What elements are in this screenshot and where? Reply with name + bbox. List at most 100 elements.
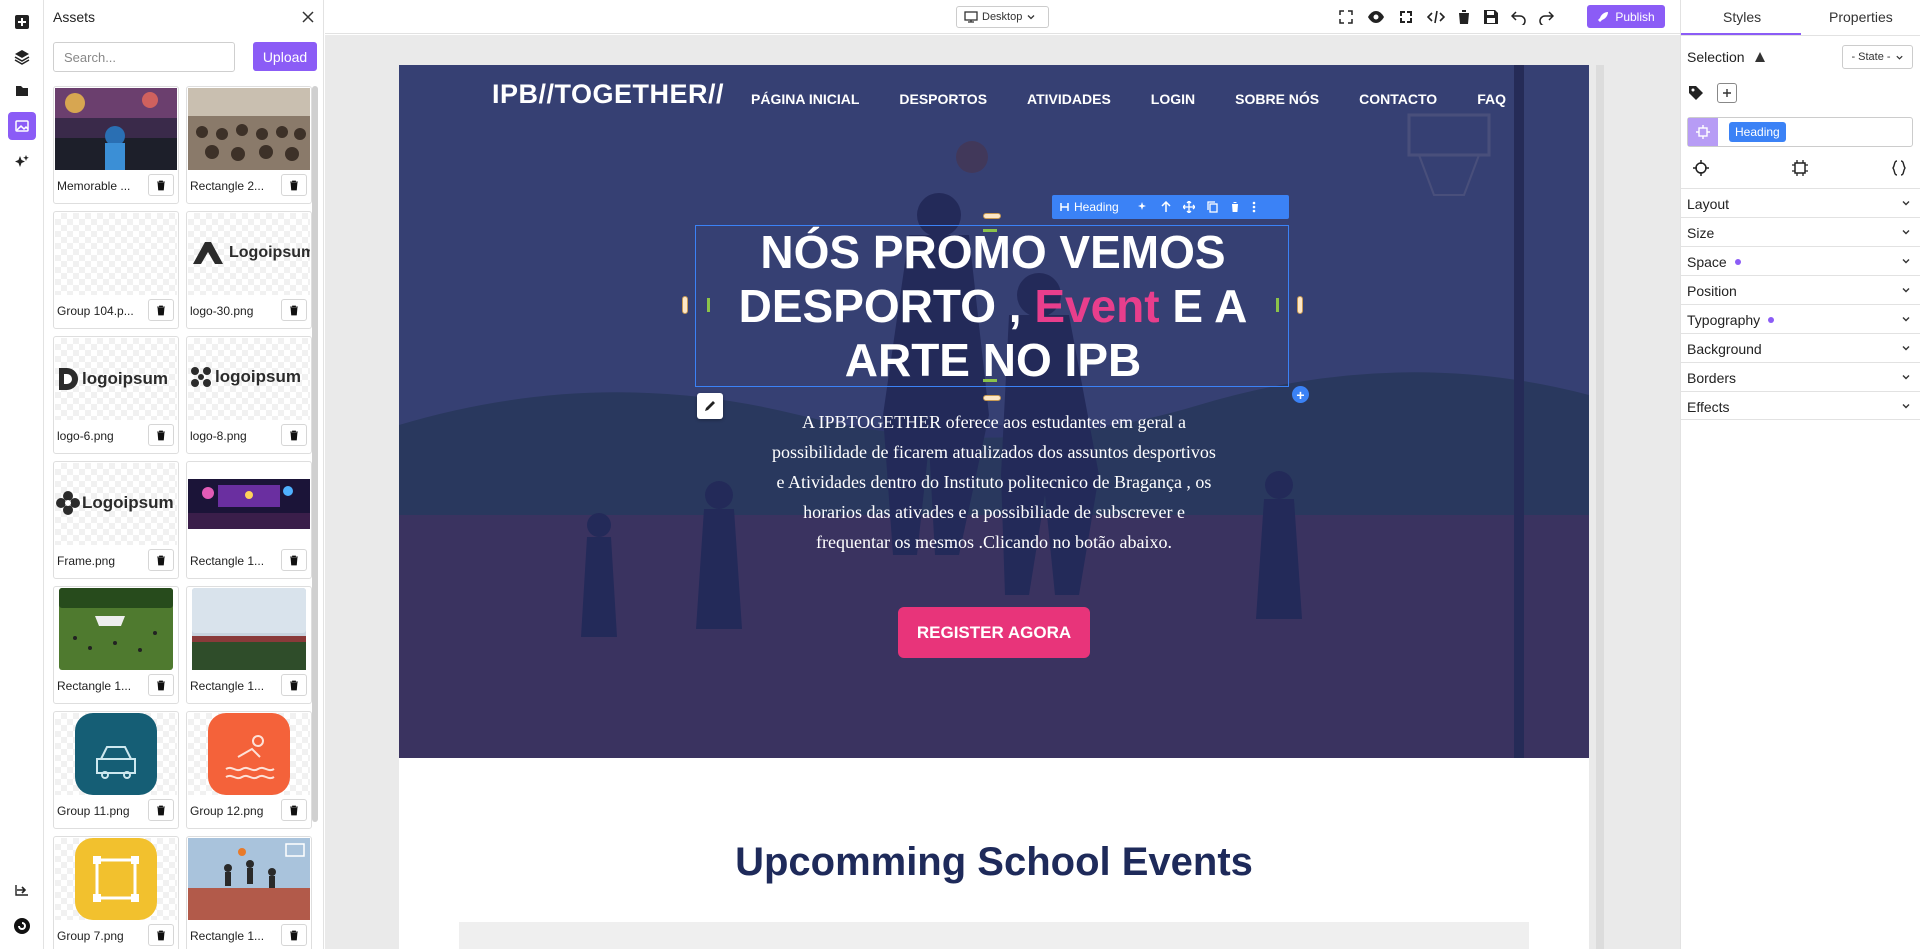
nav-link-faq[interactable]: FAQ [1477, 91, 1506, 107]
events-section-title[interactable]: Upcomming School Events [399, 840, 1589, 885]
asset-card[interactable]: Rectangle 1... [186, 586, 312, 704]
redo-icon[interactable] [1537, 8, 1555, 26]
selection-sync-icon[interactable] [1753, 50, 1767, 64]
pages-icon[interactable] [8, 77, 36, 105]
state-select[interactable]: - State - [1842, 45, 1913, 69]
resize-handle-right[interactable] [1297, 296, 1303, 314]
nav-link-sobre-nos[interactable]: SOBRE NÓS [1235, 91, 1319, 107]
padding-handle-right[interactable] [1276, 298, 1279, 312]
device-select[interactable]: Desktop [956, 6, 1049, 28]
assets-icon[interactable] [8, 112, 36, 140]
duplicate-icon[interactable] [1207, 201, 1218, 213]
trash-icon[interactable] [148, 299, 174, 321]
padding-handle-bottom[interactable] [983, 379, 997, 382]
section-size[interactable]: Size [1681, 217, 1920, 246]
asset-thumbnail [55, 713, 177, 795]
asset-card[interactable]: logoipsum logo-8.png [186, 336, 312, 454]
add-block-icon[interactable] [8, 8, 36, 36]
trash-icon[interactable] [281, 674, 307, 696]
section-typography[interactable]: Typography [1681, 304, 1920, 333]
expand-icon[interactable] [1397, 8, 1415, 26]
section-space[interactable]: Space [1681, 246, 1920, 275]
trash-icon[interactable] [148, 924, 174, 946]
delete-icon[interactable] [1455, 8, 1473, 26]
trash-icon[interactable] [1230, 201, 1240, 213]
asset-card[interactable]: Logoipsum logo-30.png [186, 211, 312, 329]
resize-handle-left[interactable] [682, 296, 688, 314]
add-class-icon[interactable] [1717, 83, 1737, 103]
assets-scrollbar[interactable] [312, 86, 318, 822]
nav-link-login[interactable]: LOGIN [1151, 91, 1195, 107]
asset-card[interactable]: Logoipsum Frame.png [53, 461, 179, 579]
component-frame-icon[interactable] [1792, 160, 1808, 176]
canvas-scrollbar[interactable] [1596, 65, 1604, 949]
asset-card[interactable]: Rectangle 1... [53, 586, 179, 704]
asset-card[interactable]: Group 104.p... [53, 211, 179, 329]
undo-icon[interactable] [1510, 8, 1528, 26]
ai-sparkle-icon[interactable] [1137, 201, 1149, 213]
trash-icon[interactable] [148, 549, 174, 571]
asset-card[interactable]: Memorable ... [53, 86, 179, 204]
nav-link-contacto[interactable]: CONTACTO [1359, 91, 1437, 107]
section-layout[interactable]: Layout [1681, 188, 1920, 217]
trash-icon[interactable] [281, 174, 307, 196]
section-borders[interactable]: Borders [1681, 362, 1920, 391]
events-container[interactable] [459, 922, 1529, 949]
assets-search-input[interactable] [53, 42, 235, 72]
layers-icon[interactable] [8, 43, 36, 71]
select-parent-arrow-icon[interactable] [1161, 201, 1171, 213]
section-background[interactable]: Background [1681, 333, 1920, 362]
nav-link-inicial[interactable]: PÁGINA INICIAL [751, 91, 859, 107]
upload-button[interactable]: Upload [253, 42, 317, 71]
logo-icon[interactable] [8, 912, 36, 940]
move-icon[interactable] [1182, 201, 1195, 213]
section-effects[interactable]: Effects [1681, 391, 1920, 420]
publish-button[interactable]: Publish [1587, 5, 1665, 28]
resize-handle-bottom[interactable] [983, 395, 1001, 401]
crosshair-icon[interactable] [1693, 160, 1709, 176]
hero-paragraph[interactable]: A IPBTOGETHER oferece aos estudantes em … [769, 407, 1219, 557]
hero-section[interactable]: IPB//TOGETHER// PÁGINA INICIAL DESPORTOS… [399, 65, 1589, 758]
add-element-icon[interactable]: + [1292, 386, 1309, 403]
trash-icon[interactable] [281, 549, 307, 571]
close-icon[interactable] [300, 9, 316, 25]
fullscreen-icon[interactable] [1337, 8, 1355, 26]
class-chip[interactable]: Heading [1729, 122, 1786, 142]
padding-handle-left[interactable] [707, 298, 710, 312]
save-icon[interactable] [1482, 8, 1500, 26]
ai-sparkle-icon[interactable] [8, 148, 36, 176]
trash-icon[interactable] [281, 799, 307, 821]
tab-properties[interactable]: Properties [1829, 9, 1893, 25]
exit-icon[interactable] [8, 876, 36, 904]
trash-icon[interactable] [148, 174, 174, 196]
asset-card[interactable]: Rectangle 1... [186, 461, 312, 579]
trash-icon[interactable] [281, 424, 307, 446]
trash-icon[interactable] [281, 924, 307, 946]
asset-card[interactable]: Rectangle 1... [186, 836, 312, 949]
more-options-icon[interactable] [1252, 201, 1256, 213]
register-cta-button[interactable]: REGISTER AGORA [898, 607, 1090, 658]
trash-icon[interactable] [281, 299, 307, 321]
selector-row[interactable]: Heading [1687, 117, 1913, 147]
asset-card[interactable]: Rectangle 2... [186, 86, 312, 204]
nav-link-atividades[interactable]: ATIVIDADES [1027, 91, 1111, 107]
asset-card[interactable]: Group 11.png [53, 711, 179, 829]
code-icon[interactable] [1427, 8, 1445, 26]
preview-eye-icon[interactable] [1367, 8, 1385, 26]
trash-icon[interactable] [148, 674, 174, 696]
page-frame: IPB//TOGETHER// PÁGINA INICIAL DESPORTOS… [399, 65, 1589, 949]
asset-card[interactable]: Group 12.png [186, 711, 312, 829]
section-position[interactable]: Position [1681, 275, 1920, 304]
resize-handle-top[interactable] [983, 213, 1001, 219]
selector-target-icon[interactable] [1688, 118, 1718, 146]
site-brand-logo[interactable]: IPB//TOGETHER// [492, 79, 724, 110]
trash-icon[interactable] [148, 799, 174, 821]
padding-handle-top[interactable] [983, 229, 997, 232]
tab-styles[interactable]: Styles [1723, 9, 1761, 25]
trash-icon[interactable] [148, 424, 174, 446]
asset-card[interactable]: Group 7.png [53, 836, 179, 949]
pencil-icon[interactable] [697, 393, 723, 419]
asset-card[interactable]: logoipsum logo-6.png [53, 336, 179, 454]
braces-icon[interactable] [1891, 160, 1907, 176]
nav-link-desportos[interactable]: DESPORTOS [899, 91, 987, 107]
